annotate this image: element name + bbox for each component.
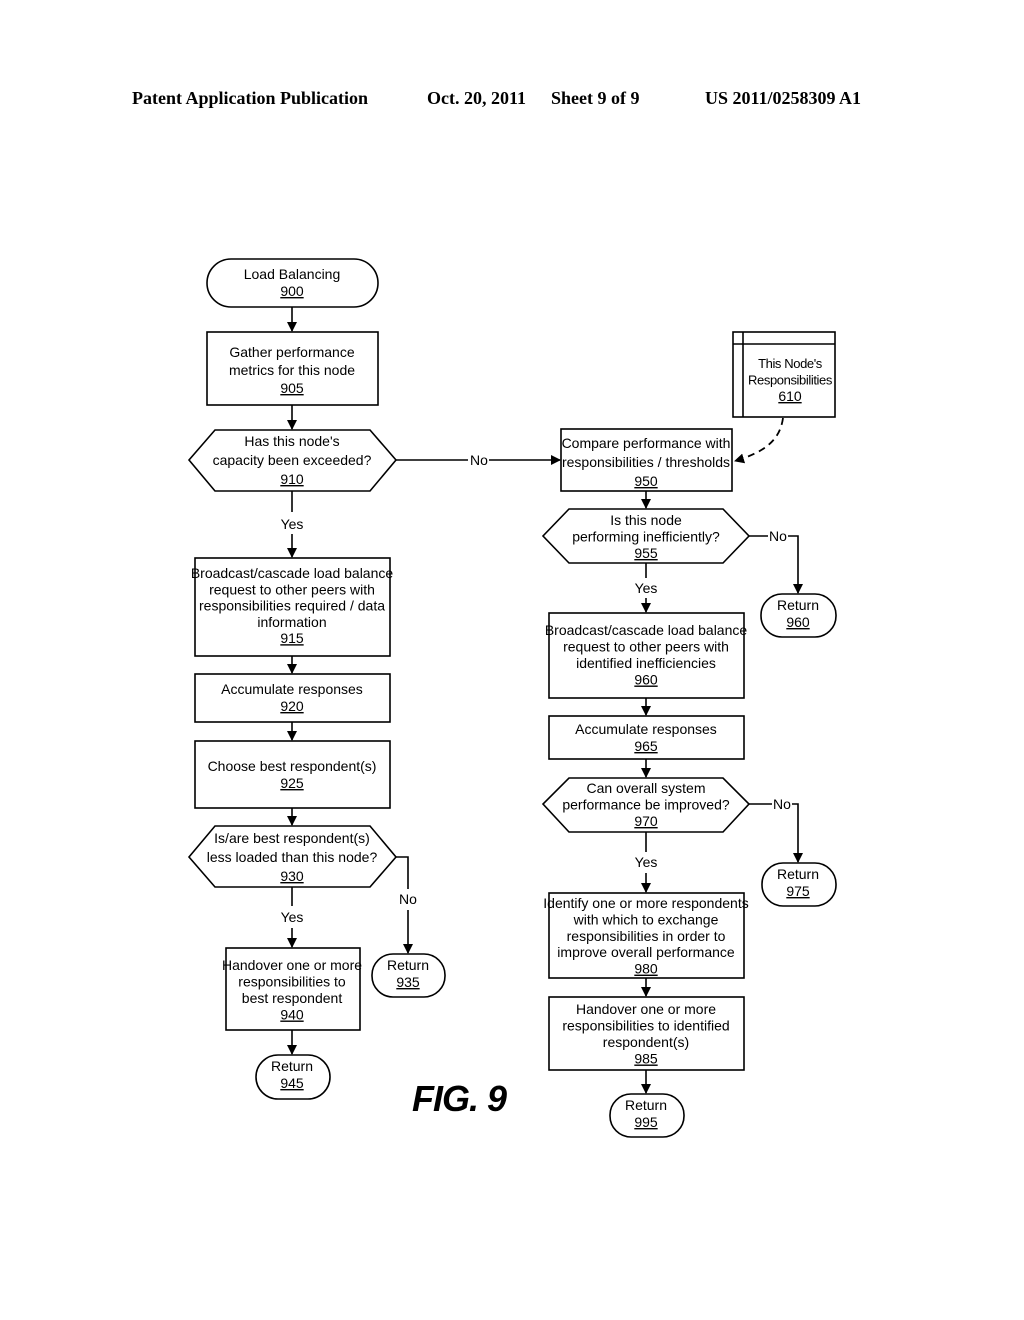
node-label-line: improve overall performance (557, 944, 735, 960)
node-label-line: Compare performance with (562, 435, 731, 451)
node-ref-number: 915 (280, 630, 304, 646)
node-ref-number: 955 (634, 545, 658, 561)
edge-label-910-yes: Yes (281, 516, 304, 532)
node-label-line: Return (777, 597, 819, 613)
node-label-line: Return (777, 866, 819, 882)
edge-955-no-b (788, 535, 803, 594)
node-label-line: Return (271, 1058, 313, 1074)
node-label-line: identified inefficiencies (576, 655, 716, 671)
node-ref-number: 975 (786, 883, 810, 899)
node-label-line: Accumulate responses (575, 721, 717, 737)
edge-610-950-dashed (734, 417, 784, 464)
node-ref-number: 995 (634, 1114, 658, 1130)
node-label-line: responsibilities in order to (567, 928, 726, 944)
node-ref-number: 900 (280, 283, 304, 299)
node-ref-number: 930 (280, 868, 304, 884)
node-ref-number: 940 (280, 1007, 304, 1023)
edge-label-970-yes: Yes (635, 854, 658, 870)
node-label-line: with which to exchange (573, 911, 719, 927)
node-ref-number: 910 (280, 471, 304, 487)
node-label-line: This Node's (758, 356, 823, 371)
node-label-line: performance be improved? (562, 797, 730, 813)
node-ref-number: 960 (786, 614, 810, 630)
node-ref-number: 965 (634, 738, 658, 754)
node-ref-number: 950 (634, 473, 658, 489)
node-ref-number: 920 (280, 698, 304, 714)
edge-label-910-no: No (470, 452, 488, 468)
node-label-line: responsibilities to (238, 974, 346, 990)
node-ref-number: 945 (280, 1075, 304, 1091)
node-ref-number: 960 (634, 672, 658, 688)
edge-930-no-a (396, 856, 409, 889)
node-label-line: capacity been exceeded? (213, 452, 372, 468)
node-label-line: Accumulate responses (221, 681, 363, 697)
flowchart: No Yes Yes No No Yes No Yes Load Balanci… (187, 258, 837, 1138)
node-label-line: Gather performance (229, 344, 354, 360)
edge-label-970-no: No (773, 796, 791, 812)
node-label-line: respondent(s) (603, 1034, 689, 1050)
node-ref-number: 610 (778, 388, 802, 404)
node-ref-number: 935 (396, 974, 420, 990)
node-label-line: best respondent (242, 990, 343, 1006)
node-label-line: Return (387, 957, 429, 973)
figure-label: FIG. 9 (412, 1078, 507, 1119)
node-label-line: Has this node's (244, 433, 339, 449)
node-label-line: responsibilities required / data (199, 598, 385, 614)
edge-970-no-b (792, 803, 803, 863)
node-label-line: Responsibilities (748, 373, 833, 388)
node-label-line: responsibilities / thresholds (562, 454, 730, 470)
node-ref-number: 980 (634, 961, 658, 977)
node-label-line: Is this node (610, 512, 682, 528)
node-ref-number: 925 (280, 775, 304, 791)
node-label-line: request to other peers with (209, 581, 375, 597)
node-label-line: Handover one or more (222, 957, 362, 973)
node-label-line: Broadcast/cascade load balance (191, 565, 394, 581)
node-label-line: Can overall system (586, 780, 705, 796)
node-label-line: Is/are best respondent(s) (214, 830, 370, 846)
node-label-line: Return (625, 1097, 667, 1113)
node-label-line: metrics for this node (229, 362, 355, 378)
node-label-line: Handover one or more (576, 1001, 716, 1017)
node-label-line: Identify one or more respondents (543, 895, 748, 911)
node-ref-number: 985 (634, 1051, 658, 1067)
node-label-line: performing inefficiently? (572, 529, 720, 545)
node-label-line: information (257, 614, 326, 630)
node-label-line: responsibilities to identified (562, 1018, 729, 1034)
node-ref-number: 970 (634, 813, 658, 829)
node-label-line: less loaded than this node? (207, 849, 378, 865)
node-label-line: Broadcast/cascade load balance (545, 622, 748, 638)
edge-label-955-yes: Yes (635, 580, 658, 596)
node-label-line: Load Balancing (244, 266, 341, 282)
node-label-line: Choose best respondent(s) (208, 758, 377, 774)
edge-label-955-no: No (769, 528, 787, 544)
edge-label-930-no: No (399, 891, 417, 907)
node-ref-number: 905 (280, 380, 304, 396)
edge-label-930-yes: Yes (281, 909, 304, 925)
node-label-line: request to other peers with (563, 639, 729, 655)
